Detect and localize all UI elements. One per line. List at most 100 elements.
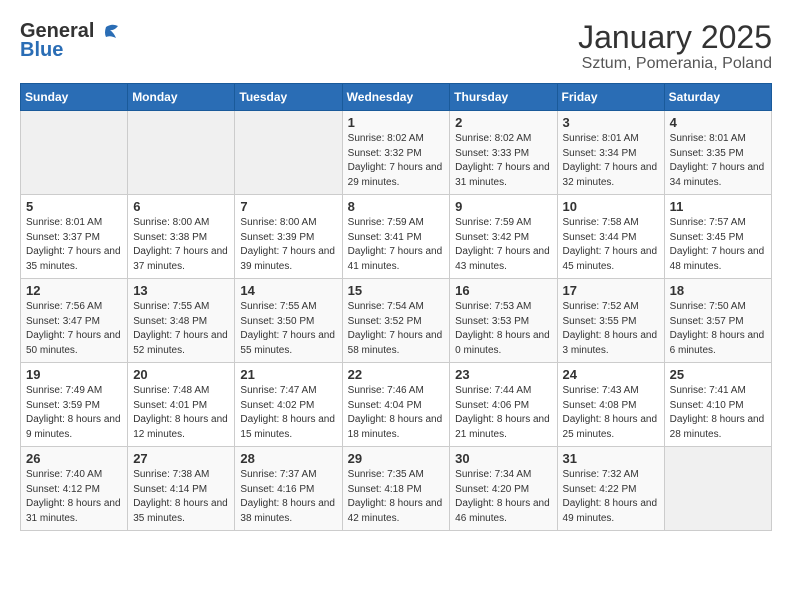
day-number: 25 [670, 367, 766, 382]
day-number: 30 [455, 451, 551, 466]
day-info: Sunrise: 7:41 AM Sunset: 4:10 PM Dayligh… [670, 384, 766, 442]
weekday-header: Tuesday [235, 84, 342, 111]
calendar-day-cell: 7Sunrise: 8:00 AM Sunset: 3:39 PM Daylig… [235, 195, 342, 279]
weekday-header: Sunday [21, 84, 128, 111]
logo: General Blue [20, 20, 118, 62]
day-info: Sunrise: 7:38 AM Sunset: 4:14 PM Dayligh… [133, 468, 229, 526]
calendar-header-row: SundayMondayTuesdayWednesdayThursdayFrid… [21, 84, 772, 111]
day-info: Sunrise: 7:59 AM Sunset: 3:42 PM Dayligh… [455, 216, 551, 274]
day-number: 11 [670, 199, 766, 214]
title-block: January 2025 Sztum, Pomerania, Poland [578, 20, 772, 73]
day-number: 14 [240, 283, 336, 298]
day-info: Sunrise: 7:54 AM Sunset: 3:52 PM Dayligh… [348, 300, 445, 358]
day-info: Sunrise: 7:49 AM Sunset: 3:59 PM Dayligh… [26, 384, 122, 442]
calendar-day-cell: 28Sunrise: 7:37 AM Sunset: 4:16 PM Dayli… [235, 447, 342, 531]
day-number: 15 [348, 283, 445, 298]
calendar-day-cell: 23Sunrise: 7:44 AM Sunset: 4:06 PM Dayli… [450, 363, 557, 447]
day-info: Sunrise: 7:44 AM Sunset: 4:06 PM Dayligh… [455, 384, 551, 442]
calendar-day-cell: 20 Sunrise: 7:48 AM Sunset: 4:01 PM Dayli… [128, 363, 235, 447]
day-info: Sunrise: 8:01 AM Sunset: 3:34 PM Dayligh… [563, 132, 659, 190]
day-number: 19 [26, 367, 122, 382]
day-info: Sunrise: 7:48 AM Sunset: 4:01 PM Dayligh… [133, 384, 229, 442]
day-number: 17 [563, 283, 659, 298]
calendar-day-cell: 24Sunrise: 7:43 AM Sunset: 4:08 PM Dayli… [557, 363, 664, 447]
day-info: Sunrise: 8:00 AM Sunset: 3:38 PM Dayligh… [133, 216, 229, 274]
day-info: Sunrise: 7:55 AM Sunset: 3:50 PM Dayligh… [240, 300, 336, 358]
weekday-header: Wednesday [342, 84, 450, 111]
day-info: Sunrise: 7:34 AM Sunset: 4:20 PM Dayligh… [455, 468, 551, 526]
day-info: Sunrise: 7:37 AM Sunset: 4:16 PM Dayligh… [240, 468, 336, 526]
calendar-day-cell: 13 Sunrise: 7:55 AM Sunset: 3:48 PM Dayli… [128, 279, 235, 363]
day-info: Sunrise: 7:55 AM Sunset: 3:48 PM Dayligh… [133, 300, 229, 358]
calendar-day-cell: 18 Sunrise: 7:50 AM Sunset: 3:57 PM Dayli… [664, 279, 771, 363]
calendar-day-cell: 19 Sunrise: 7:49 AM Sunset: 3:59 PM Dayli… [21, 363, 128, 447]
calendar-day-cell: 3 Sunrise: 8:01 AM Sunset: 3:34 PM Daylig… [557, 111, 664, 195]
calendar-day-cell: 26Sunrise: 7:40 AM Sunset: 4:12 PM Dayli… [21, 447, 128, 531]
calendar-day-cell: 2Sunrise: 8:02 AM Sunset: 3:33 PM Daylig… [450, 111, 557, 195]
day-number: 24 [563, 367, 659, 382]
day-number: 1 [348, 115, 445, 130]
calendar-day-cell: 1 Sunrise: 8:02 AM Sunset: 3:32 PM Daylig… [342, 111, 450, 195]
day-number: 29 [348, 451, 445, 466]
day-number: 26 [26, 451, 122, 466]
day-info: Sunrise: 7:32 AM Sunset: 4:22 PM Dayligh… [563, 468, 659, 526]
calendar-day-cell: 29 Sunrise: 7:35 AM Sunset: 4:18 PM Dayli… [342, 447, 450, 531]
calendar-week-row: 12Sunrise: 7:56 AM Sunset: 3:47 PM Dayli… [21, 279, 772, 363]
weekday-header: Friday [557, 84, 664, 111]
day-number: 6 [133, 199, 229, 214]
calendar-day-cell [235, 111, 342, 195]
page-header: General Blue January 2025 Sztum, Pomeran… [20, 20, 772, 73]
calendar-day-cell: 21Sunrise: 7:47 AM Sunset: 4:02 PM Dayli… [235, 363, 342, 447]
calendar-day-cell: 17 Sunrise: 7:52 AM Sunset: 3:55 PM Dayli… [557, 279, 664, 363]
day-info: Sunrise: 8:01 AM Sunset: 3:37 PM Dayligh… [26, 216, 122, 274]
weekday-header: Thursday [450, 84, 557, 111]
day-number: 3 [563, 115, 659, 130]
calendar-day-cell: 15 Sunrise: 7:54 AM Sunset: 3:52 PM Dayli… [342, 279, 450, 363]
day-number: 4 [670, 115, 766, 130]
day-info: Sunrise: 8:02 AM Sunset: 3:32 PM Dayligh… [348, 132, 445, 190]
calendar-day-cell: 27 Sunrise: 7:38 AM Sunset: 4:14 PM Dayli… [128, 447, 235, 531]
calendar-day-cell: 9Sunrise: 7:59 AM Sunset: 3:42 PM Daylig… [450, 195, 557, 279]
calendar-day-cell: 10Sunrise: 7:58 AM Sunset: 3:44 PM Dayli… [557, 195, 664, 279]
calendar-day-cell: 25 Sunrise: 7:41 AM Sunset: 4:10 PM Dayli… [664, 363, 771, 447]
day-info: Sunrise: 7:46 AM Sunset: 4:04 PM Dayligh… [348, 384, 445, 442]
day-number: 18 [670, 283, 766, 298]
day-info: Sunrise: 8:02 AM Sunset: 3:33 PM Dayligh… [455, 132, 551, 190]
calendar-day-cell [128, 111, 235, 195]
calendar-day-cell [664, 447, 771, 531]
calendar-week-row: 19 Sunrise: 7:49 AM Sunset: 3:59 PM Dayli… [21, 363, 772, 447]
day-info: Sunrise: 7:52 AM Sunset: 3:55 PM Dayligh… [563, 300, 659, 358]
day-number: 13 [133, 283, 229, 298]
calendar-day-cell: 8 Sunrise: 7:59 AM Sunset: 3:41 PM Daylig… [342, 195, 450, 279]
calendar-day-cell: 30 Sunrise: 7:34 AM Sunset: 4:20 PM Dayli… [450, 447, 557, 531]
calendar-day-cell [21, 111, 128, 195]
day-info: Sunrise: 7:59 AM Sunset: 3:41 PM Dayligh… [348, 216, 445, 274]
day-number: 12 [26, 283, 122, 298]
calendar-day-cell: 16 Sunrise: 7:53 AM Sunset: 3:53 PM Dayli… [450, 279, 557, 363]
day-number: 21 [240, 367, 336, 382]
calendar-day-cell: 4 Sunrise: 8:01 AM Sunset: 3:35 PM Daylig… [664, 111, 771, 195]
page-title: January 2025 [578, 20, 772, 55]
weekday-header: Saturday [664, 84, 771, 111]
day-info: Sunrise: 7:35 AM Sunset: 4:18 PM Dayligh… [348, 468, 445, 526]
logo-bird-icon [96, 23, 118, 41]
day-info: Sunrise: 8:00 AM Sunset: 3:39 PM Dayligh… [240, 216, 336, 274]
calendar-day-cell: 5 Sunrise: 8:01 AM Sunset: 3:37 PM Daylig… [21, 195, 128, 279]
day-info: Sunrise: 8:01 AM Sunset: 3:35 PM Dayligh… [670, 132, 766, 190]
day-number: 8 [348, 199, 445, 214]
calendar-day-cell: 14 Sunrise: 7:55 AM Sunset: 3:50 PM Dayli… [235, 279, 342, 363]
day-number: 5 [26, 199, 122, 214]
calendar-day-cell: 11 Sunrise: 7:57 AM Sunset: 3:45 PM Dayli… [664, 195, 771, 279]
calendar-day-cell: 6 Sunrise: 8:00 AM Sunset: 3:38 PM Daylig… [128, 195, 235, 279]
logo-container: General Blue [20, 20, 118, 62]
calendar-day-cell: 12Sunrise: 7:56 AM Sunset: 3:47 PM Dayli… [21, 279, 128, 363]
day-info: Sunrise: 7:53 AM Sunset: 3:53 PM Dayligh… [455, 300, 551, 358]
day-number: 10 [563, 199, 659, 214]
logo-blue-text: Blue [20, 39, 63, 62]
day-info: Sunrise: 7:50 AM Sunset: 3:57 PM Dayligh… [670, 300, 766, 358]
page-subtitle: Sztum, Pomerania, Poland [578, 55, 772, 73]
day-number: 27 [133, 451, 229, 466]
day-number: 20 [133, 367, 229, 382]
day-info: Sunrise: 7:57 AM Sunset: 3:45 PM Dayligh… [670, 216, 766, 274]
day-number: 16 [455, 283, 551, 298]
